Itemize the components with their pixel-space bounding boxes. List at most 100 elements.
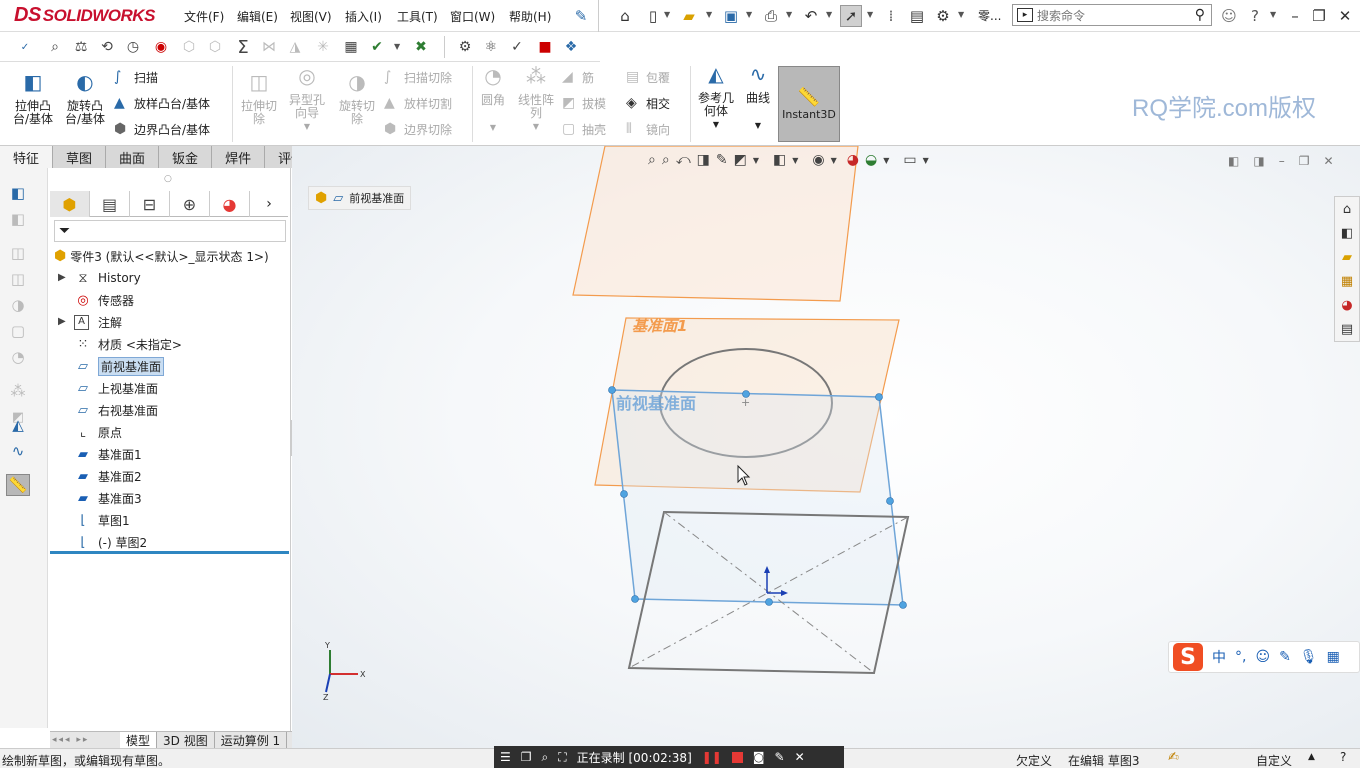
doc-minimize-icon[interactable]: –: [1279, 154, 1285, 168]
dimxpert-tab-icon[interactable]: ⊕: [170, 191, 210, 217]
handle-point[interactable]: [765, 598, 773, 606]
ime-chinese-mode[interactable]: 中: [1212, 647, 1226, 667]
revolve-cut-button[interactable]: ◑ 旋转切 除: [334, 72, 380, 126]
dimxpert-icon[interactable]: ✔: [366, 36, 388, 58]
zoom-to-fit-icon[interactable]: ⌕: [648, 152, 656, 172]
reference-geometry-icon[interactable]: ◭: [6, 414, 30, 436]
menu-icon[interactable]: ☰: [500, 750, 511, 764]
stop-icon[interactable]: ■: [534, 36, 556, 58]
select-cursor-icon[interactable]: ➚: [840, 5, 862, 27]
open-folder-icon[interactable]: ▰: [678, 5, 700, 27]
view-settings-monitor-icon[interactable]: ▭: [903, 152, 916, 172]
emoji-icon[interactable]: ☺: [1255, 649, 1270, 665]
mirror-button[interactable]: ⫴ 镜向: [626, 118, 670, 140]
microphone-icon[interactable]: 🎙: [1300, 649, 1318, 665]
hole-wizard-button[interactable]: ◎ 异型孔 向导 ▼: [284, 66, 330, 133]
expand-arrow-icon[interactable]: ▶: [58, 316, 66, 327]
section-properties-icon[interactable]: ⟲: [96, 36, 118, 58]
equations-sigma-icon[interactable]: Σ: [232, 36, 254, 58]
linear-pattern-button[interactable]: ⁂ 线性阵 列 ▼: [514, 66, 558, 133]
display-style-icon[interactable]: ◧: [773, 152, 786, 172]
chevron-down-icon[interactable]: ▼: [746, 10, 752, 19]
lofted-cut-button[interactable]: ▲ 放样切割: [384, 92, 452, 114]
handle-point[interactable]: [875, 393, 883, 401]
fullscreen-icon[interactable]: ⛶: [558, 750, 566, 765]
file-explorer-icon[interactable]: ▰: [1342, 250, 1352, 265]
menu-insert[interactable]: 插入(I): [345, 8, 382, 25]
swept-cut-button[interactable]: ∫ 扫描切除: [384, 66, 452, 88]
rib-button[interactable]: ◢ 筋: [562, 66, 594, 88]
rebuild-status-icon[interactable]: ✍: [1168, 750, 1179, 765]
compare-icon[interactable]: ⚙: [454, 36, 476, 58]
chevron-down-icon[interactable]: ▼: [831, 156, 837, 172]
spell-check-icon[interactable]: ✓: [14, 36, 36, 58]
save-icon[interactable]: ▣: [720, 5, 742, 27]
dynamic-annotation-icon[interactable]: ✎: [716, 152, 728, 172]
excel-export-icon[interactable]: ✖: [410, 36, 432, 58]
chevron-right-icon[interactable]: ›: [250, 191, 288, 216]
display-manager-tab-icon[interactable]: ◕: [210, 191, 250, 217]
menu-edit[interactable]: 编辑(E): [237, 8, 278, 25]
pen-icon[interactable]: ✎: [775, 750, 785, 764]
help-icon[interactable]: ?: [1244, 5, 1266, 27]
pause-icon[interactable]: ❚❚: [702, 750, 722, 764]
region-icon[interactable]: ⌕: [542, 750, 549, 765]
curves-icon[interactable]: ∿: [6, 440, 30, 462]
file-properties-icon[interactable]: ▤: [906, 5, 928, 27]
grid-menu-icon[interactable]: ▦: [1327, 649, 1340, 665]
menu-tools[interactable]: 工具(T): [397, 8, 438, 25]
tab-model[interactable]: 模型: [120, 731, 158, 749]
tree-node-top-plane[interactable]: ▱ 上视基准面: [74, 378, 158, 398]
tree-node-front-plane[interactable]: ▱ 前视基准面: [74, 356, 165, 376]
handle-point[interactable]: [620, 490, 628, 498]
tab-3d-views[interactable]: 3D 视图: [157, 731, 215, 749]
loft-boss-button[interactable]: ▲ 放样凸台/基体: [114, 92, 210, 114]
tab-surfaces[interactable]: 曲面: [106, 146, 160, 168]
breadcrumb-item[interactable]: 前视基准面: [349, 190, 404, 206]
handle-point[interactable]: [886, 497, 894, 505]
part-icon[interactable]: ⬢: [315, 190, 327, 206]
menu-window[interactable]: 窗口(W): [450, 8, 495, 25]
status-units[interactable]: 自定义: [1256, 752, 1292, 769]
handle-point[interactable]: [608, 386, 616, 394]
shell-button[interactable]: ▢ 抽壳: [562, 118, 606, 140]
camera-icon[interactable]: ◙: [753, 750, 765, 764]
boundary-boss-button[interactable]: ⬢ 边界凸台/基体: [114, 118, 210, 140]
help-icon[interactable]: ?: [1340, 750, 1346, 764]
design-library-icon[interactable]: ◧: [1341, 226, 1353, 241]
doc-close-icon[interactable]: ✕: [1323, 154, 1333, 168]
home-icon[interactable]: ⌂: [1343, 202, 1351, 217]
tab-sketch[interactable]: 草图: [53, 146, 107, 168]
chevron-down-icon[interactable]: ▼: [826, 10, 832, 19]
pin-icon[interactable]: ✎: [570, 5, 592, 27]
boundary-cut-button[interactable]: ⬢ 边界切除: [384, 118, 452, 140]
chevron-down-icon[interactable]: ▼: [958, 10, 964, 19]
chevron-down-icon[interactable]: ▼: [786, 10, 792, 19]
apply-scene-icon[interactable]: ◒: [865, 152, 877, 172]
instant3d-button[interactable]: 📏 Instant3D: [778, 66, 840, 142]
user-icon[interactable]: ☺: [1218, 5, 1240, 27]
chevron-down-icon[interactable]: ▼: [664, 10, 670, 19]
curves-button[interactable]: ∿ 曲线 ▼: [740, 64, 776, 132]
extrude-boss-icon[interactable]: ◧: [6, 182, 30, 204]
search-icon[interactable]: ⚲: [1195, 7, 1205, 23]
toolbox-icon[interactable]: ❖: [560, 36, 582, 58]
minimize-icon[interactable]: –: [1284, 5, 1306, 27]
extrude-boss-button[interactable]: ◧ 拉伸凸 台/基体: [8, 72, 58, 126]
close-icon[interactable]: ✕: [1334, 5, 1356, 27]
zoom-to-area-icon[interactable]: ⌕: [662, 152, 670, 172]
restore-icon[interactable]: ❐: [1308, 5, 1330, 27]
chevron-down-icon[interactable]: ▼: [792, 156, 798, 172]
tree-node-history[interactable]: ⧖ History: [74, 268, 140, 288]
fillet-button[interactable]: ◔ 圆角 ▼: [476, 66, 510, 134]
handle-point[interactable]: [899, 601, 907, 609]
wrap-button[interactable]: ▤ 包覆: [626, 66, 670, 88]
tree-node-plane2[interactable]: ▰ 基准面2: [74, 466, 142, 486]
tab-sheet-metal[interactable]: 钣金: [159, 146, 213, 168]
tree-node-sketch1[interactable]: ⌊ 草图1: [74, 510, 129, 530]
sweep-button[interactable]: ∫ 扫描: [114, 66, 158, 88]
tree-filter-input[interactable]: ⏷: [54, 220, 286, 242]
breadcrumb[interactable]: ⬢ ▱ 前视基准面: [308, 186, 412, 210]
draft-button[interactable]: ◩ 拔模: [562, 92, 606, 114]
plane-icon[interactable]: ▱: [333, 191, 343, 206]
